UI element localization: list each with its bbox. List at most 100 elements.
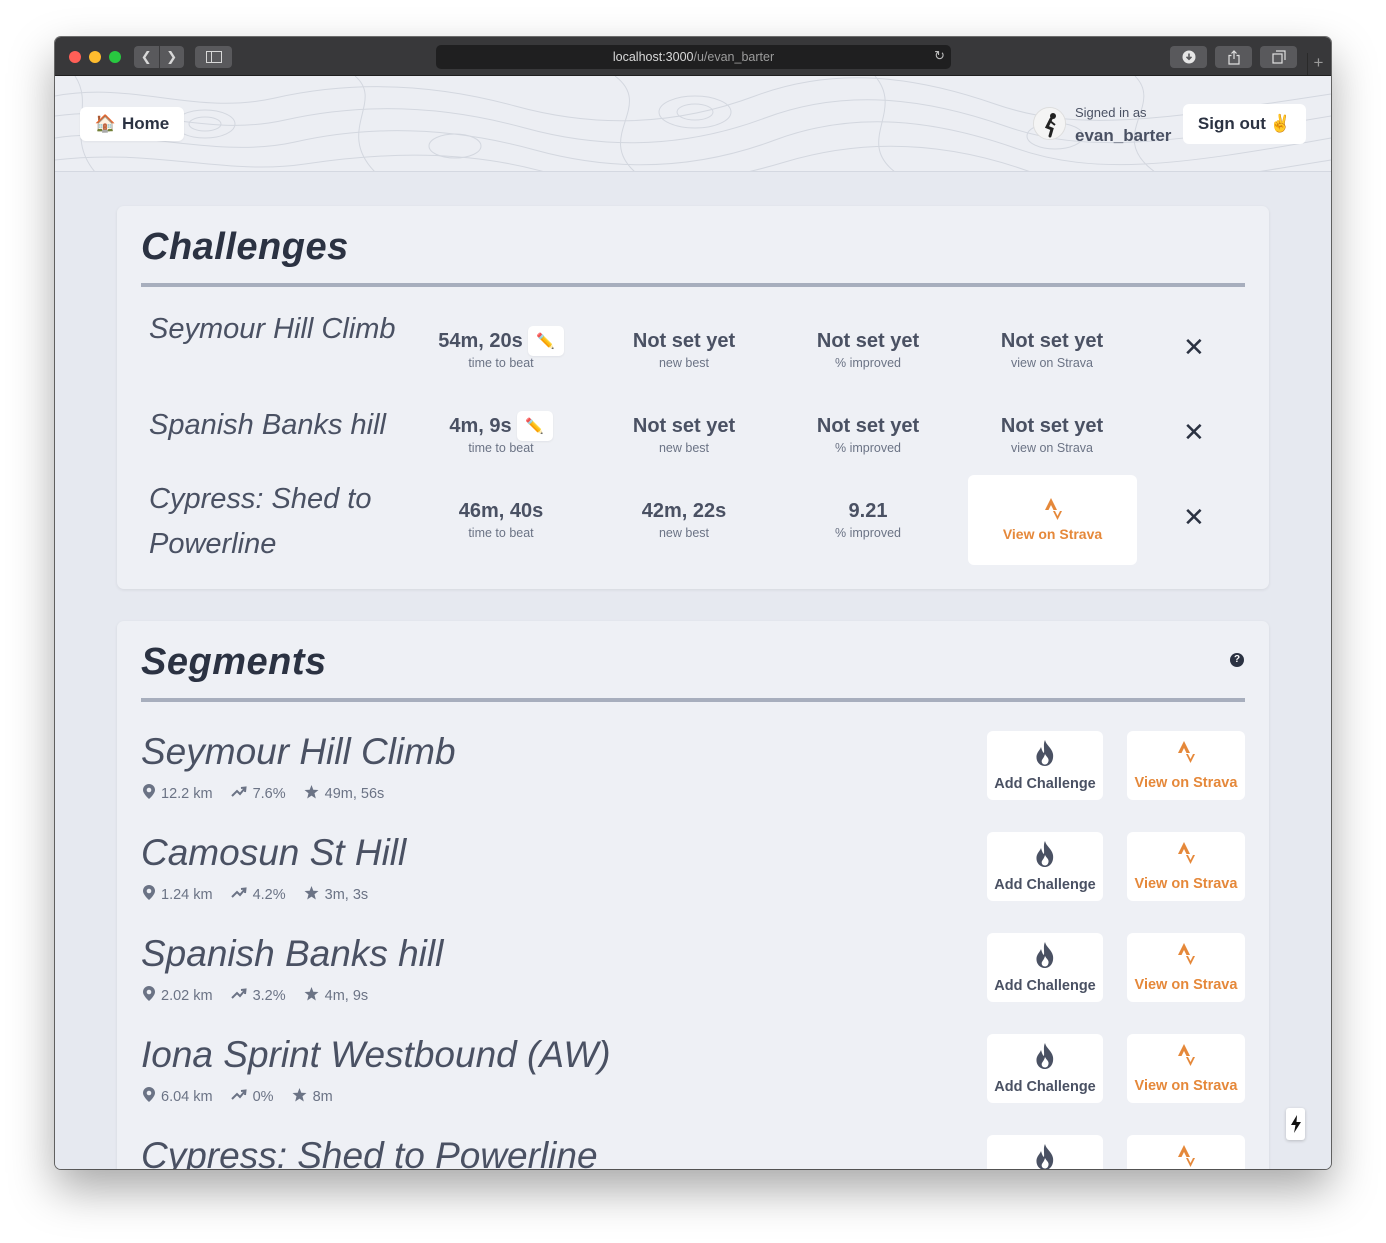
segment-best-time: 8m	[312, 1088, 333, 1105]
segment-distance: 6.04 km	[161, 1088, 213, 1105]
add-challenge-label: Add Challenge	[994, 876, 1096, 893]
add-challenge-button[interactable]: Add Challenge	[987, 731, 1103, 800]
topographic-pattern	[55, 76, 1331, 171]
strava-stat: Not set yet view on Strava	[967, 326, 1137, 371]
segment-name[interactable]: Iona Sprint Westbound (AW)	[141, 1034, 611, 1076]
tab-overview-button[interactable]	[1260, 46, 1297, 68]
trending-up-icon	[230, 785, 247, 802]
segment-name[interactable]: Seymour Hill Climb	[141, 731, 456, 773]
segment-grade: 3.2%	[252, 987, 286, 1004]
new-best-stat: 42m, 22s new best	[599, 496, 769, 541]
add-challenge-button[interactable]: Add Challenge	[987, 1034, 1103, 1103]
view-on-strava-button[interactable]: View on Strava	[1127, 1034, 1245, 1103]
time-to-beat-value: 46m, 40s	[458, 499, 544, 522]
download-icon	[1182, 50, 1195, 64]
view-on-strava-button[interactable]: View on Strava	[1127, 832, 1245, 901]
segment-name[interactable]: Cypress: Shed to Powerline	[141, 1135, 598, 1169]
time-to-beat-stat: 54m, 20s ✏️ time to beat	[416, 326, 586, 370]
location-pin-icon	[143, 986, 155, 1005]
view-on-strava-button[interactable]: View on Strava	[1127, 1135, 1245, 1169]
forward-icon[interactable]: ❯	[160, 50, 185, 65]
time-to-beat-value: 54m, 20s	[438, 329, 523, 352]
add-challenge-button[interactable]: Add Challenge	[987, 933, 1103, 1002]
signed-in-label: Signed in as	[1075, 105, 1147, 120]
remove-challenge-icon[interactable]: ✕	[1183, 333, 1205, 363]
home-label: Home	[121, 114, 170, 133]
segments-title: Segments	[141, 641, 327, 683]
lightning-icon	[1290, 1115, 1301, 1133]
segment-distance: 2.02 km	[161, 987, 213, 1004]
view-on-strava-button[interactable]: View on Strava	[968, 475, 1137, 565]
sidebar-icon	[205, 51, 222, 63]
segment-distance: 1.24 km	[161, 886, 213, 903]
segment-row: Iona Sprint Westbound (AW) 6.04 km 0% 8m…	[117, 1034, 1269, 1124]
strava-icon	[1177, 740, 1195, 769]
challenge-name: Seymour Hill Climb	[149, 313, 396, 345]
improved-stat: 9.21 % improved	[783, 496, 953, 541]
add-challenge-label: Add Challenge	[994, 1078, 1096, 1095]
browser-window: ❮ ❯ localhost:3000/u/evan_barter ↻ + 🏠 H…	[55, 37, 1331, 1169]
username: evan_barter	[1075, 126, 1172, 145]
trending-up-icon	[230, 886, 247, 903]
location-pin-icon	[143, 1087, 155, 1106]
sign-out-button[interactable]: Sign out ✌️	[1183, 104, 1306, 144]
page-content: 🏠 Home Signed in as evan_barter Sign out…	[55, 76, 1331, 1169]
star-icon	[304, 986, 319, 1005]
segment-grade: 0%	[252, 1088, 274, 1105]
new-best-value: Not set yet	[632, 329, 736, 352]
segment-meta: 6.04 km 0% 8m	[143, 1087, 333, 1106]
close-window-button[interactable]	[69, 51, 81, 63]
share-button[interactable]	[1215, 46, 1252, 68]
improved-caption: % improved	[835, 441, 901, 455]
trending-up-icon	[230, 1088, 247, 1105]
segment-best-time: 4m, 9s	[324, 987, 369, 1004]
view-on-strava-label: View on Strava	[1134, 976, 1238, 993]
downloads-button[interactable]	[1170, 46, 1207, 68]
edit-time-button[interactable]: ✏️	[516, 411, 553, 441]
strava-caption: view on Strava	[1011, 356, 1093, 370]
remove-challenge-icon[interactable]: ✕	[1183, 503, 1205, 533]
sidebar-toggle-button[interactable]	[195, 46, 232, 68]
time-to-beat-value: 4m, 9s	[449, 414, 512, 437]
remove-challenge-icon[interactable]: ✕	[1183, 418, 1205, 448]
pencil-icon: ✏️	[525, 418, 544, 435]
strava-icon	[1177, 942, 1195, 971]
improved-value: Not set yet	[816, 329, 920, 352]
segments-card: Segments ? Seymour Hill Climb 12.2 km 7.…	[117, 621, 1269, 1169]
challenge-row: Seymour Hill Climb 54m, 20s ✏️ time to b…	[117, 307, 1269, 397]
segment-row: Seymour Hill Climb 12.2 km 7.6% 49m, 56s…	[117, 731, 1269, 821]
add-challenge-button[interactable]: Add Challenge	[987, 832, 1103, 901]
home-button[interactable]: 🏠 Home	[80, 107, 184, 141]
segment-row: Spanish Banks hill 2.02 km 3.2% 4m, 9s A…	[117, 933, 1269, 1023]
url-path: /u/evan_barter	[693, 50, 775, 64]
add-challenge-label: Add Challenge	[994, 977, 1096, 994]
victory-hand-icon: ✌️	[1269, 114, 1292, 133]
bolt-button[interactable]	[1286, 1108, 1305, 1140]
back-icon[interactable]: ❮	[134, 50, 159, 65]
segment-name[interactable]: Spanish Banks hill	[141, 933, 443, 975]
add-challenge-label: Add Challenge	[994, 775, 1096, 792]
view-on-strava-button[interactable]: View on Strava	[1127, 731, 1245, 800]
view-on-strava-label: View on Strava	[1134, 774, 1238, 791]
challenges-card: Challenges Seymour Hill Climb 54m, 20s ✏…	[117, 206, 1269, 589]
edit-time-button[interactable]: ✏️	[527, 326, 564, 356]
help-icon[interactable]: ?	[1230, 653, 1244, 667]
segment-meta: 1.24 km 4.2% 3m, 3s	[143, 885, 368, 904]
segment-name[interactable]: Camosun St Hill	[141, 832, 406, 874]
new-best-caption: new best	[658, 441, 710, 455]
view-on-strava-label: View on Strava	[1002, 526, 1103, 542]
nav-buttons: ❮ ❯	[134, 46, 184, 68]
new-tab-button[interactable]: +	[1307, 53, 1329, 75]
reload-icon[interactable]: ↻	[934, 49, 945, 64]
segment-distance: 12.2 km	[161, 785, 213, 802]
view-on-strava-button[interactable]: View on Strava	[1127, 933, 1245, 1002]
strava-icon	[1177, 1043, 1195, 1072]
browser-toolbar: ❮ ❯ localhost:3000/u/evan_barter ↻ +	[55, 37, 1331, 76]
improved-caption: % improved	[835, 356, 901, 370]
minimize-window-button[interactable]	[89, 51, 101, 63]
header-banner: 🏠 Home Signed in as evan_barter Sign out…	[55, 76, 1331, 172]
address-bar[interactable]: localhost:3000/u/evan_barter ↻	[436, 45, 951, 69]
maximize-window-button[interactable]	[109, 51, 121, 63]
segment-row: Camosun St Hill 1.24 km 4.2% 3m, 3s Add …	[117, 832, 1269, 922]
add-challenge-button[interactable]: Add Challenge	[987, 1135, 1103, 1169]
